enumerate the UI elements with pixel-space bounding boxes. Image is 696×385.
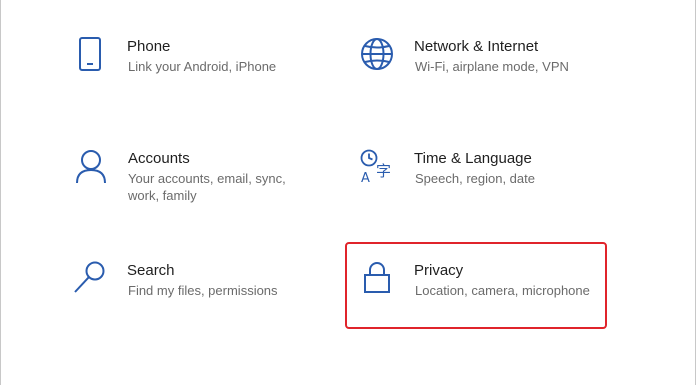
settings-tile-search[interactable]: Search Find my files, permissions bbox=[72, 261, 362, 341]
tile-title: Privacy bbox=[414, 262, 464, 279]
phone-icon bbox=[72, 37, 108, 73]
tile-description: Location, camera, microphone bbox=[415, 283, 590, 298]
tile-description: Wi-Fi, airplane mode, VPN bbox=[415, 59, 569, 74]
svg-text:A: A bbox=[361, 171, 370, 185]
settings-tile-accounts[interactable]: Accounts Your accounts, email, sync, wor… bbox=[73, 149, 363, 229]
window-border-left bbox=[0, 0, 1, 385]
tile-description: Your accounts, email, sync, work, family bbox=[128, 171, 286, 203]
svg-text:字: 字 bbox=[376, 162, 391, 180]
settings-tile-privacy[interactable]: Privacy Location, camera, microphone bbox=[359, 261, 649, 341]
settings-tile-network[interactable]: Network & Internet Wi-Fi, airplane mode,… bbox=[359, 37, 649, 117]
tile-description: Link your Android, iPhone bbox=[128, 59, 277, 74]
tile-title: Accounts bbox=[128, 150, 190, 167]
settings-tile-phone[interactable]: Phone Link your Android, iPhone bbox=[72, 37, 362, 117]
time-language-icon: A 字 bbox=[359, 149, 395, 185]
tile-title: Network & Internet bbox=[414, 38, 539, 55]
lock-icon bbox=[359, 261, 395, 297]
tile-title: Search bbox=[127, 262, 175, 279]
person-icon bbox=[73, 149, 109, 185]
tile-title: Time & Language bbox=[414, 150, 532, 167]
tile-description: Find my files, permissions bbox=[128, 283, 278, 298]
search-icon bbox=[72, 261, 108, 297]
settings-tile-time-language[interactable]: A 字 Time & Language Speech, region, date bbox=[359, 149, 649, 229]
tile-title: Phone bbox=[127, 38, 171, 55]
tile-description: Speech, region, date bbox=[415, 171, 535, 186]
globe-icon bbox=[359, 37, 395, 73]
